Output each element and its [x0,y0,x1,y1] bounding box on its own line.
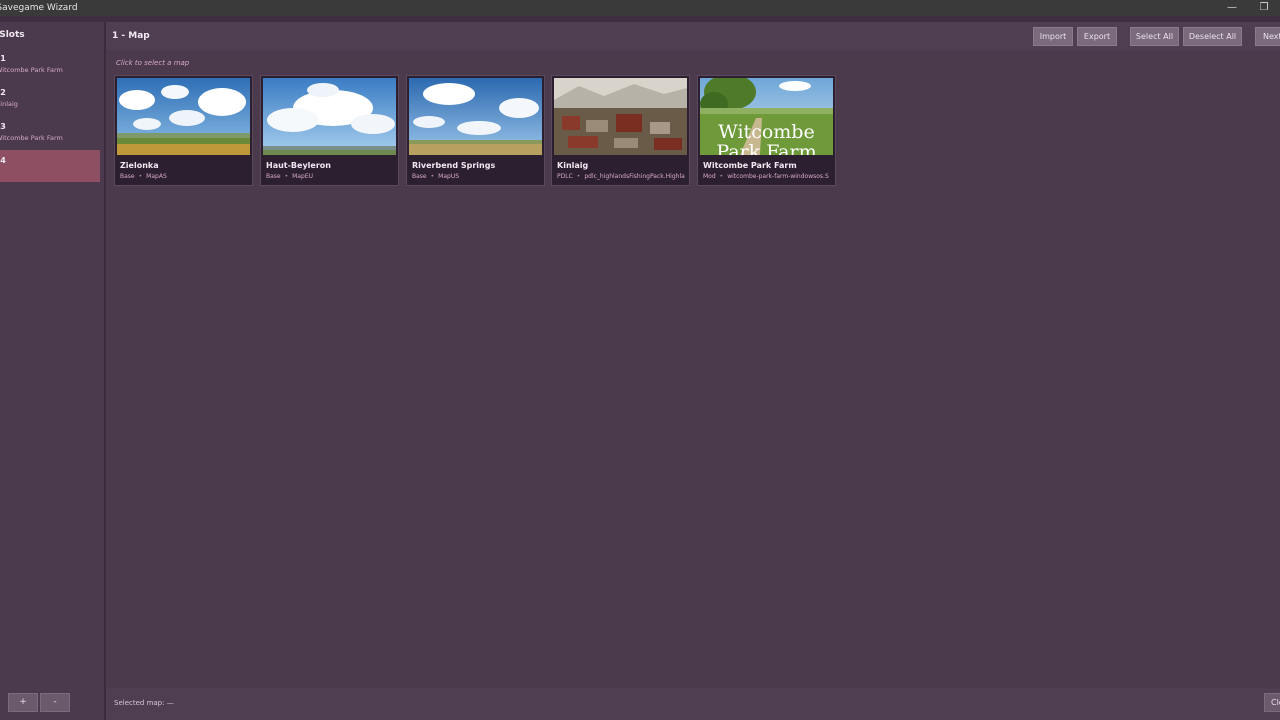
slot-name: e 1 [0,54,6,63]
next-button[interactable]: Next [1255,27,1280,46]
sidebar-slot-1[interactable]: e 1 Witcombe Park Farm [0,52,100,84]
map-card-haut-beyleron[interactable]: Haut-Beyleron Base • MapEU [260,75,399,186]
map-type: Base [266,173,281,180]
map-meta: Base • MapAS [120,173,167,180]
map-card-witcombe-park-farm[interactable]: Witcombe Park Farm Witcombe Park Farm Mo… [697,75,836,186]
map-meta: PDLC • pdlc_highlandsFishingPack.Highla [557,173,685,180]
map-name: Kinlaig [557,161,589,170]
footer-bar [106,688,1280,720]
select-all-button[interactable]: Select All [1130,27,1179,46]
map-meta: Base • MapUS [412,173,460,180]
thumbnail-title-text: Witcombe Park Farm [716,122,817,155]
title-bar: e Savegame Wizard — ❐ [0,0,1280,16]
map-card-riverbend-springs[interactable]: Riverbend Springs Base • MapUS [406,75,545,186]
slot-map: Kinlaig [0,100,18,108]
map-type: PDLC [557,173,573,180]
map-id: witcombe-park-farm-windowsos.S [727,173,829,180]
sidebar-slot-3[interactable]: e 3 Witcombe Park Farm [0,120,100,152]
map-name: Zielonka [120,161,159,170]
restore-icon[interactable]: ❐ [1254,1,1274,15]
remove-slot-button[interactable]: - [40,693,70,712]
slot-name: e 2 [0,88,6,97]
map-id: MapAS [146,173,167,180]
map-card-zielonka[interactable]: Zielonka Base • MapAS [114,75,253,186]
map-thumbnail: Witcombe Park Farm [700,78,833,155]
map-thumbnail [554,78,687,155]
sidebar-slot-2[interactable]: e 2 Kinlaig [0,86,100,118]
map-thumbnail [409,78,542,155]
minimize-icon[interactable]: — [1222,1,1242,15]
export-button[interactable]: Export [1077,27,1117,46]
map-name: Witcombe Park Farm [703,161,797,170]
deselect-all-button[interactable]: Deselect All [1183,27,1242,46]
map-name: Haut-Beyleron [266,161,331,170]
map-type: Mod [703,173,716,180]
map-thumbnail [263,78,396,155]
selected-map-status: Selected map: — [114,699,174,707]
close-button[interactable]: Close [1264,693,1280,712]
slot-name: e 3 [0,122,6,131]
sidebar-slot-4[interactable]: e 4 y [0,150,100,182]
slot-map: Witcombe Park Farm [0,66,63,74]
import-button[interactable]: Import [1033,27,1073,46]
map-id: MapUS [438,173,460,180]
page-title: 1 - Map [112,31,150,41]
map-meta: Base • MapEU [266,173,314,180]
map-id: pdlc_highlandsFishingPack.Highla [584,173,685,180]
sidebar: e Slots e 1 Witcombe Park Farm e 2 Kinla… [0,22,104,720]
map-type: Base [120,173,135,180]
map-thumbnail [117,78,250,155]
slot-map: Witcombe Park Farm [0,134,63,142]
add-slot-button[interactable]: + [8,693,38,712]
select-map-hint: Click to select a map [116,59,190,67]
map-card-kinlaig[interactable]: Kinlaig PDLC • pdlc_highlandsFishingPack.H… [551,75,690,186]
map-name: Riverbend Springs [412,161,496,170]
map-id: MapEU [292,173,314,180]
map-type: Base [412,173,427,180]
window-title: e Savegame Wizard [0,3,78,13]
sidebar-header: e Slots [0,30,25,40]
slot-name: e 4 [0,156,6,165]
map-meta: Mod • witcombe-park-farm-windowsos.S [703,173,829,180]
